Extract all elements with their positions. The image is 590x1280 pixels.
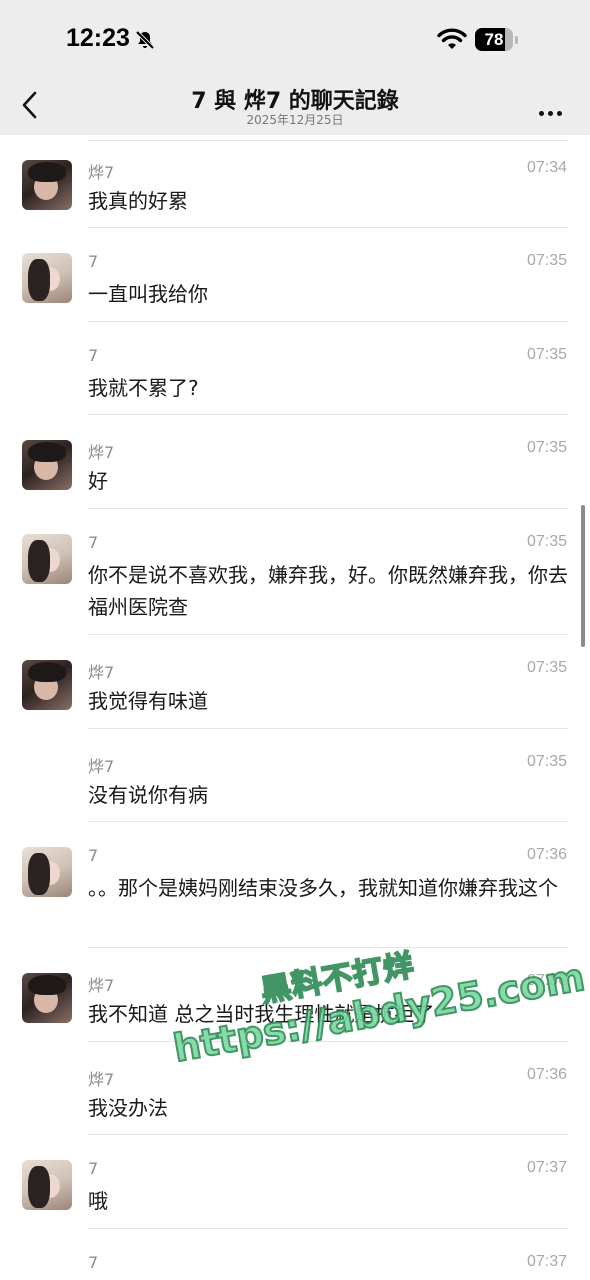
scrollbar[interactable] (581, 505, 585, 647)
message-time: 07:36 (526, 972, 567, 989)
message-sender: 烨7 (88, 163, 115, 182)
battery-level: 78 (484, 30, 504, 49)
message-text: 没有说你有病 (88, 783, 208, 807)
message-time: 07:35 (526, 533, 567, 550)
message-sender: 7 (88, 1253, 99, 1272)
message-time: 07:36 (526, 846, 567, 863)
message-time: 07:35 (526, 753, 567, 770)
message-text: 我真的好累 (88, 189, 188, 213)
message-sender: 7 (88, 252, 99, 271)
message-time: 07:36 (526, 1066, 567, 1083)
message-item[interactable]: 烨7 07:35 没有说你有病 (0, 729, 590, 822)
message-item[interactable]: 7 07:35 你不是说不喜欢我，嫌弃我，好。你既然嫌弃我，你去福州医院查 (0, 509, 590, 635)
message-item[interactable]: 7 07:35 我就不累了? (0, 322, 590, 415)
message-text: 我觉得有味道 (88, 689, 208, 713)
message-item[interactable]: 烨7 07:34 我真的好累 (0, 135, 590, 228)
bell-muted-icon (134, 29, 156, 55)
battery-icon: 78 (475, 28, 519, 51)
avatar[interactable] (22, 973, 72, 1023)
message-list[interactable]: 烨7 07:34 我真的好累 7 07:35 一直叫我给你 7 07:35 我就不累了? 烨7 07… (0, 135, 590, 1280)
message-item[interactable]: 7 07:36 。。那个是姨妈刚结束没多久，我就知道你嫌弃我这个 (0, 822, 590, 948)
message-text: 。。那个是姨妈刚结束没多久，我就知道你嫌弃我这个 (88, 876, 558, 900)
more-icon[interactable] (539, 101, 566, 120)
message-time: 07:37 (526, 1159, 567, 1176)
message-item[interactable]: 7 07:37 (0, 1229, 590, 1280)
message-item[interactable]: 7 07:37 哦 (0, 1135, 590, 1229)
avatar[interactable] (22, 160, 72, 210)
message-time: 07:35 (526, 659, 567, 676)
message-time: 07:35 (526, 252, 567, 269)
message-item[interactable]: 7 07:35 一直叫我给你 (0, 228, 590, 322)
status-bar: 12:23 78 (0, 0, 590, 80)
message-time: 07:35 (526, 346, 567, 363)
message-text: 你不是说不喜欢我，嫌弃我，好。你既然嫌弃我，你去福州医院查 (88, 563, 568, 619)
avatar[interactable] (22, 847, 72, 897)
avatar[interactable] (22, 253, 72, 303)
message-sender: 烨7 (88, 663, 115, 682)
message-sender: 烨7 (88, 443, 115, 462)
message-text: 我就不累了? (88, 376, 199, 400)
message-sender: 7 (88, 346, 99, 365)
message-item[interactable]: 烨7 07:36 我没办法 (0, 1042, 590, 1135)
nav-bar: 7 與 烨7 的聊天記錄 2025年12月25日 (0, 80, 590, 135)
message-sender: 7 (88, 533, 99, 552)
message-sender: 烨7 (88, 1070, 115, 1089)
avatar[interactable] (22, 1160, 72, 1210)
avatar[interactable] (22, 534, 72, 584)
message-sender: 7 (88, 846, 99, 865)
message-sender: 烨7 (88, 757, 115, 776)
message-sender: 7 (88, 1159, 99, 1178)
message-sender: 烨7 (88, 976, 115, 995)
message-text: 一直叫我给你 (88, 282, 208, 306)
message-text: 我没办法 (88, 1096, 168, 1120)
message-time: 07:37 (526, 1253, 567, 1270)
message-text: 哦 (88, 1189, 108, 1213)
avatar[interactable] (22, 440, 72, 490)
message-text: 我不知道 总之当时我生理性就是抗拒了 (88, 1002, 435, 1026)
wifi-icon (437, 27, 467, 55)
status-time: 12:23 (66, 24, 130, 52)
message-item[interactable]: 烨7 07:36 我不知道 总之当时我生理性就是抗拒了 (0, 948, 590, 1042)
message-item[interactable]: 烨7 07:35 好 (0, 415, 590, 509)
message-text: 好 (88, 469, 108, 493)
page-subtitle-date: 2025年12月25日 (246, 113, 344, 127)
avatar[interactable] (22, 660, 72, 710)
message-item[interactable]: 烨7 07:35 我觉得有味道 (0, 635, 590, 729)
message-time: 07:35 (526, 439, 567, 456)
message-time: 07:34 (526, 159, 567, 176)
